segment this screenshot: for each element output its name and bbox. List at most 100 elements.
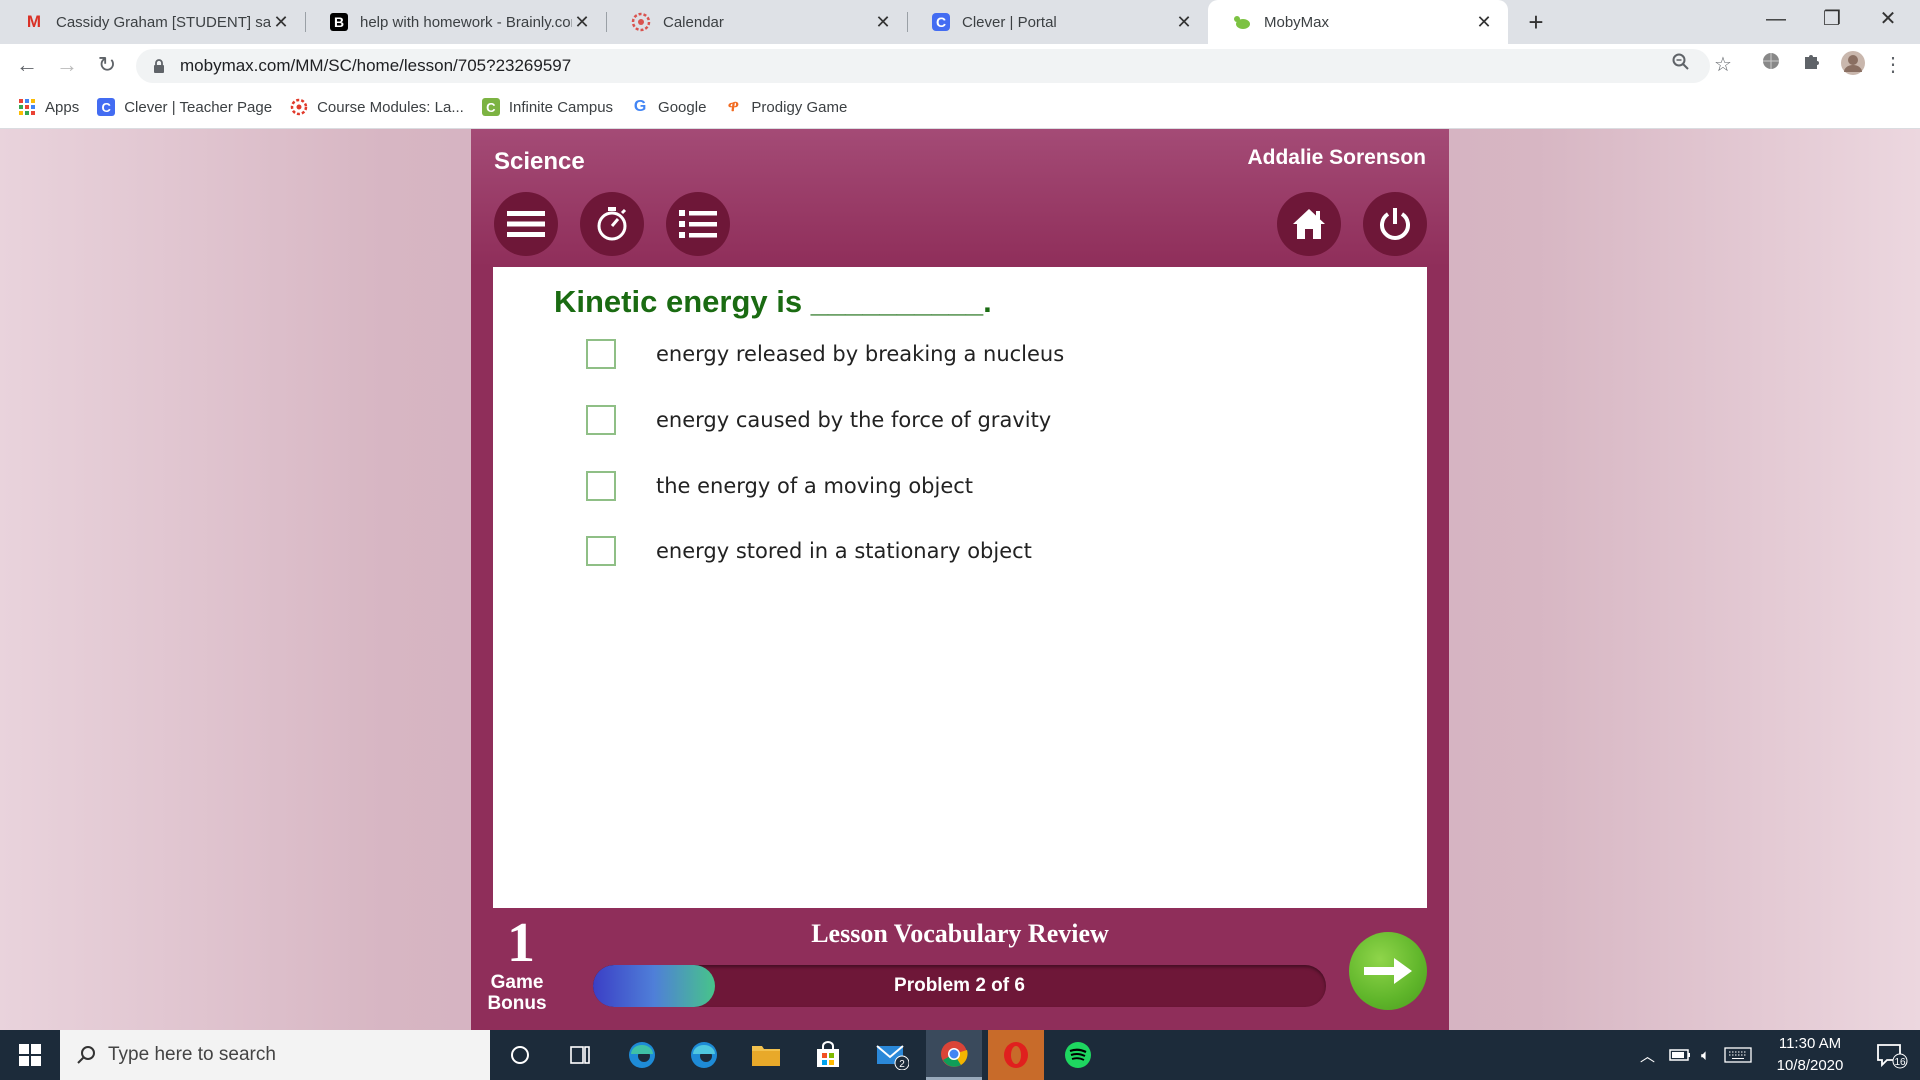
question-area: Kinetic energy is __________. energy rel… <box>493 267 1427 908</box>
lesson-title: Lesson Vocabulary Review <box>811 919 1109 948</box>
minimize-button[interactable]: — <box>1748 0 1804 40</box>
bookmark-label: Apps <box>45 98 80 116</box>
mail-badge: 2 <box>899 1059 905 1070</box>
page-background: Science Addalie Sorenson Kinetic energy … <box>0 129 1920 1030</box>
answer-choice[interactable]: energy caused by the force of gravity <box>586 403 1051 437</box>
answer-checkbox[interactable] <box>586 471 616 501</box>
bookmark-prodigy[interactable]: ዋ Prodigy Game <box>724 98 847 116</box>
brainly-icon: B <box>330 13 348 31</box>
answer-text: energy caused by the force of gravity <box>656 408 1052 432</box>
close-window-button[interactable]: ✕ <box>1860 0 1916 40</box>
volume-icon[interactable]: 🔈︎ <box>1701 1047 1710 1064</box>
reload-button[interactable]: ↻ <box>92 50 122 80</box>
opera-icon[interactable] <box>988 1030 1044 1080</box>
extensions-puzzle-icon[interactable] <box>1796 50 1826 80</box>
search-placeholder: Type here to search <box>108 1044 276 1065</box>
bookmark-google[interactable]: G Google <box>631 98 707 116</box>
address-bar[interactable]: mobymax.com/MM/SC/home/lesson/705?232695… <box>136 49 1710 83</box>
student-name: Addalie Sorenson <box>1247 146 1426 169</box>
close-icon[interactable]: ✕ <box>1474 12 1494 33</box>
next-button[interactable] <box>1349 932 1427 1010</box>
extension-globe-icon[interactable] <box>1756 50 1786 80</box>
taskbar-search[interactable]: Type here to search <box>60 1030 490 1080</box>
answer-text: energy released by breaking a nucleus <box>656 342 1065 366</box>
timer-button[interactable] <box>580 192 644 256</box>
answer-choice[interactable]: energy released by breaking a nucleus <box>586 337 1064 371</box>
start-button[interactable] <box>0 1030 60 1080</box>
tab-mobymax[interactable]: MobyMax ✕ <box>1208 0 1508 44</box>
cortana-icon[interactable] <box>492 1030 548 1080</box>
file-explorer-icon[interactable] <box>738 1030 794 1080</box>
tab-title: Calendar <box>663 13 724 31</box>
tab-clever[interactable]: C Clever | Portal ✕ <box>908 0 1208 44</box>
browser-menu-icon[interactable]: ⋮ <box>1878 50 1908 80</box>
bookmark-label: Google <box>658 98 707 116</box>
spotify-icon[interactable] <box>1050 1030 1106 1080</box>
notification-count: 16 <box>1894 1057 1906 1068</box>
answer-choice[interactable]: energy stored in a stationary object <box>586 534 1032 568</box>
answer-text: the energy of a moving object <box>656 474 974 498</box>
question-text: Kinetic energy is __________. <box>554 284 992 319</box>
bookmark-label: Prodigy Game <box>751 98 848 116</box>
bookmark-clever-teacher[interactable]: C Clever | Teacher Page <box>97 98 272 116</box>
taskbar-clock[interactable]: 11:30 AM 10/8/2020 <box>1762 1033 1858 1077</box>
bookmark-star-icon[interactable]: ☆ <box>1708 50 1738 80</box>
keyboard-icon[interactable] <box>1724 1047 1752 1063</box>
store-icon[interactable] <box>800 1030 856 1080</box>
forward-button[interactable]: → <box>52 50 82 80</box>
answer-checkbox[interactable] <box>586 339 616 369</box>
canvas-icon <box>290 98 308 116</box>
answer-text: energy stored in a stationary object <box>656 539 1032 563</box>
profile-avatar[interactable] <box>1838 50 1868 80</box>
game-bonus-label: Game Bonus <box>487 972 547 1014</box>
mail-icon[interactable]: 2 <box>864 1030 920 1080</box>
home-icon <box>1293 209 1325 239</box>
restore-button[interactable]: ❐ <box>1804 0 1860 40</box>
close-icon[interactable]: ✕ <box>1174 12 1194 33</box>
chrome-icon[interactable] <box>926 1030 982 1080</box>
clever-icon: C <box>97 98 116 116</box>
power-icon <box>1380 208 1410 240</box>
bookmark-label: Clever | Teacher Page <box>124 98 273 116</box>
bookmark-infinite-campus[interactable]: C Infinite Campus <box>481 98 613 116</box>
bookmark-label: Course Modules: La... <box>317 98 464 116</box>
close-icon[interactable]: ✕ <box>271 12 291 33</box>
clever-icon: C <box>932 13 950 31</box>
answer-checkbox[interactable] <box>586 405 616 435</box>
clock-time: 11:30 AM <box>1778 1035 1842 1052</box>
close-icon[interactable]: ✕ <box>873 12 893 33</box>
battery-icon[interactable] <box>1669 1048 1691 1062</box>
power-button[interactable] <box>1363 192 1427 256</box>
search-icon <box>77 1046 95 1064</box>
tab-gmail[interactable]: M Cassidy Graham [STUDENT] says... ✕ <box>0 0 305 44</box>
prodigy-icon: ዋ <box>727 98 739 115</box>
edge-beta-icon[interactable] <box>676 1030 732 1080</box>
close-icon[interactable]: ✕ <box>572 12 592 33</box>
game-bonus-label-line: Game <box>490 972 544 993</box>
answer-checkbox[interactable] <box>586 536 616 566</box>
bookmark-course-modules[interactable]: Course Modules: La... <box>290 98 464 116</box>
show-hidden-icons-chevron-icon[interactable]: ︿ <box>1640 1045 1655 1066</box>
lesson-progress-bar: Problem 2 of 6 <box>593 965 1326 1007</box>
home-button[interactable] <box>1277 192 1341 256</box>
notifications-button[interactable]: 16 <box>1864 1030 1920 1080</box>
windows-logo-icon <box>19 1044 41 1066</box>
clock-date: 10/8/2020 <box>1776 1057 1844 1074</box>
zoom-icon[interactable] <box>1666 50 1696 80</box>
new-tab-button[interactable]: + <box>1520 6 1552 38</box>
progress-text: Problem 2 of 6 <box>894 975 1025 996</box>
bookmark-apps[interactable]: Apps <box>18 98 79 116</box>
answer-choice[interactable]: the energy of a moving object <box>586 469 973 503</box>
back-button[interactable]: ← <box>12 50 42 80</box>
tab-brainly[interactable]: B help with homework - Brainly.com ✕ <box>306 0 606 44</box>
browser-tab-strip: M Cassidy Graham [STUDENT] says... ✕ B h… <box>0 0 1920 44</box>
menu-button[interactable] <box>494 192 558 256</box>
task-view-icon[interactable] <box>552 1030 608 1080</box>
notification-icon: 16 <box>1877 1044 1908 1069</box>
edge-icon[interactable] <box>614 1030 670 1080</box>
windows-taskbar: Type here to search 2 ︿ 🔈︎ 11:30 AM 10/8… <box>0 1030 1920 1080</box>
system-tray: ︿ 🔈︎ <box>1640 1030 1752 1080</box>
lesson-list-button[interactable] <box>666 192 730 256</box>
tab-calendar[interactable]: Calendar ✕ <box>607 0 907 44</box>
list-icon <box>679 210 717 238</box>
